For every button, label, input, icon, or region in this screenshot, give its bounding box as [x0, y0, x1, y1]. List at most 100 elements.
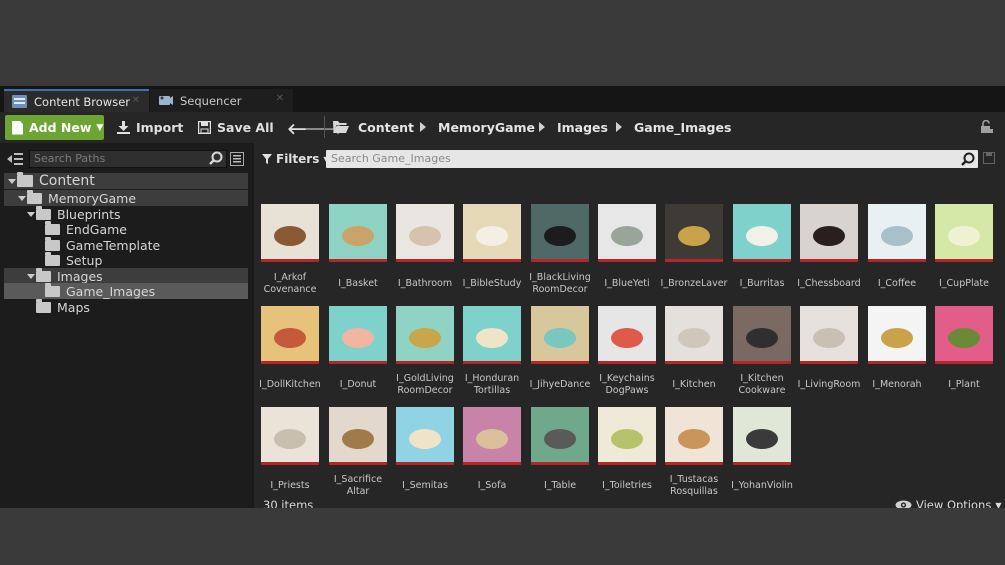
asset-tile[interactable]: [396, 204, 454, 262]
search-assets-input[interactable]: Search Game_Images: [326, 150, 978, 168]
lock-icon[interactable]: [980, 120, 994, 134]
folder-icon: [27, 189, 42, 204]
microphone-thumbnail: [598, 204, 656, 259]
asset-tile[interactable]: [261, 306, 319, 364]
tree-item-gametemplate[interactable]: GameTemplate: [4, 236, 248, 253]
top-background: [0, 0, 1005, 86]
tree-item-game-images[interactable]: Game_Images: [4, 282, 248, 299]
asset-label: I_Donut: [339, 379, 377, 390]
cup-plate-thumbnail: [935, 204, 993, 259]
breadcrumb-images[interactable]: Images: [557, 120, 608, 135]
ark-thumbnail: [261, 204, 319, 259]
expand-arrow-icon[interactable]: [18, 196, 26, 201]
asset-tile[interactable]: [463, 204, 521, 262]
add-new-button[interactable]: Add New ▼: [5, 115, 104, 140]
asset-tile[interactable]: [665, 306, 723, 364]
asset-tile[interactable]: [329, 306, 387, 364]
folder-icon: [36, 267, 51, 282]
asset-tile[interactable]: [733, 204, 791, 262]
tab-label: Content Browser: [34, 94, 130, 109]
search-icon[interactable]: [209, 151, 223, 165]
tree-item-maps[interactable]: Maps: [4, 298, 248, 315]
asset-label: I_Table: [543, 480, 577, 491]
expand-arrow-icon[interactable]: [27, 212, 35, 217]
folder-open-icon[interactable]: [333, 120, 349, 133]
tree-item-label: Game_Images: [66, 283, 156, 299]
tree-item-content[interactable]: Content: [4, 172, 248, 189]
doll-kitchen-thumbnail: [261, 306, 319, 361]
asset-tile[interactable]: [396, 306, 454, 364]
asset-tile[interactable]: [463, 407, 521, 465]
asset-tile[interactable]: [733, 407, 791, 465]
donut-thumbnail: [329, 306, 387, 361]
asset-tile[interactable]: [531, 306, 589, 364]
asset-tile[interactable]: [598, 407, 656, 465]
filters-label: Filters: [276, 152, 320, 166]
asset-tile[interactable]: [463, 306, 521, 364]
asset-tile[interactable]: [733, 306, 791, 364]
laver-thumbnail: [665, 204, 723, 259]
import-button[interactable]: Import: [117, 115, 183, 140]
folder-icon: [45, 251, 60, 266]
asset-tile[interactable]: [868, 306, 926, 364]
expand-arrow-icon[interactable]: [27, 274, 35, 279]
document-icon: [12, 120, 23, 135]
tab-label: Sequencer: [180, 93, 242, 108]
tab-content-browser[interactable]: Content Browser ✕: [4, 89, 149, 112]
expand-arrow-icon[interactable]: [8, 179, 16, 184]
asset-tile[interactable]: [261, 407, 319, 465]
asset-tile[interactable]: [531, 204, 589, 262]
tab-bar: Content Browser ✕ Sequencer ✕: [0, 86, 1005, 112]
asset-tile[interactable]: [598, 204, 656, 262]
close-tab-icon[interactable]: ✕: [276, 93, 284, 104]
asset-tile[interactable]: [329, 407, 387, 465]
save-all-button[interactable]: Save All: [198, 115, 274, 140]
tree-item-images[interactable]: Images: [4, 267, 248, 284]
asset-tile[interactable]: [531, 407, 589, 465]
breadcrumb-arrow-icon[interactable]: [420, 122, 426, 132]
breadcrumb-arrow-icon[interactable]: [616, 122, 622, 132]
asset-tile[interactable]: [800, 204, 858, 262]
tab-sequencer[interactable]: Sequencer ✕: [150, 89, 293, 112]
tree-item-memorygame[interactable]: MemoryGame: [4, 189, 248, 206]
asset-label: I_GoldLiving RoomDecor: [396, 373, 454, 396]
search-paths-input[interactable]: Search Paths: [29, 150, 227, 168]
asset-tile[interactable]: [261, 204, 319, 262]
asset-tile[interactable]: [935, 306, 993, 364]
tree-item-label: GameTemplate: [66, 237, 161, 253]
asset-tile[interactable]: [665, 407, 723, 465]
asset-tile[interactable]: [935, 204, 993, 262]
tree-item-blueprints[interactable]: Blueprints: [4, 205, 248, 222]
asset-tile[interactable]: [665, 204, 723, 262]
breadcrumb-memorygame[interactable]: MemoryGame: [438, 120, 535, 135]
breadcrumb-content[interactable]: Content: [358, 120, 414, 135]
asset-tile[interactable]: [329, 204, 387, 262]
funnel-icon: [262, 154, 272, 164]
asset-label: I_Semitas: [402, 480, 448, 491]
chessboard-thumbnail: [800, 204, 858, 259]
asset-label: I_BibleStudy: [462, 278, 522, 289]
asset-tile[interactable]: [868, 204, 926, 262]
collapse-sources-icon[interactable]: [7, 153, 23, 165]
save-search-icon[interactable]: [983, 152, 995, 164]
list-view-icon[interactable]: [230, 152, 244, 166]
asset-tile[interactable]: [396, 407, 454, 465]
tree-item-endgame[interactable]: EndGame: [4, 220, 248, 237]
assets-panel: Filters ▼ Search Game_Images I_Arkof Cov…: [254, 143, 1005, 512]
close-tab-icon[interactable]: ✕: [132, 95, 140, 106]
filters-button[interactable]: Filters ▼: [262, 152, 330, 166]
asset-label: I_Bathroom: [397, 278, 453, 289]
asset-tile[interactable]: [598, 306, 656, 364]
asset-label: I_Keychains DogPaws: [599, 373, 655, 396]
sources-panel: Search Paths Content MemoryGame Blueprin…: [0, 143, 252, 508]
tree-item-label: EndGame: [66, 221, 127, 237]
breadcrumb-arrow-icon[interactable]: [539, 122, 545, 132]
asset-label: I_Sofa: [477, 480, 507, 491]
tree-item-label: Content: [39, 173, 95, 189]
save-all-label: Save All: [217, 120, 274, 135]
search-icon[interactable]: [961, 152, 975, 166]
breadcrumb-game-images[interactable]: Game_Images: [634, 120, 731, 135]
chevron-down-icon: ▼: [96, 122, 104, 133]
tree-item-setup[interactable]: Setup: [4, 251, 248, 268]
asset-tile[interactable]: [800, 306, 858, 364]
